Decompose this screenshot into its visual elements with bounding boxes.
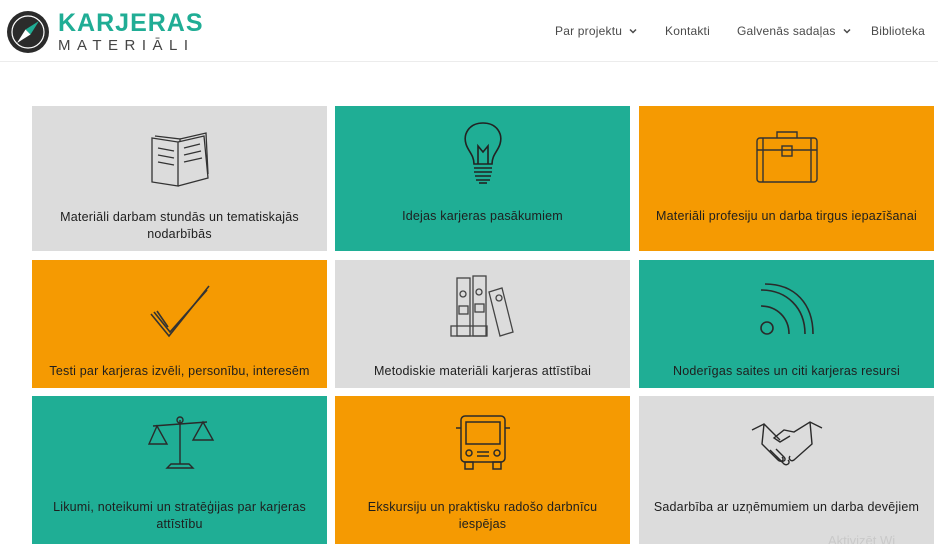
site-logo[interactable]: KARJERAS MATERIĀLI — [6, 8, 206, 56]
lightbulb-icon — [463, 122, 502, 184]
tile-label: Materiāli profesiju un darba tirgus iepa… — [656, 209, 917, 223]
nav-kontakti[interactable]: Kontakti — [665, 24, 710, 38]
binders-icon — [449, 275, 514, 337]
tile-label: Sadarbība ar uzņēmumiem un darba devējie… — [653, 500, 920, 514]
nav-label: Kontakti — [665, 24, 710, 38]
checkmark-icon — [149, 285, 210, 338]
tile-metodiskie[interactable]: Metodiskie materiāli karjeras attīstībai — [335, 260, 630, 388]
tile-sadarbiba[interactable]: Sadarbība ar uzņēmumiem un darba devējie… — [639, 396, 934, 544]
tile-saites[interactable]: Noderīgas saites un citi karjeras resurs… — [639, 260, 934, 388]
tile-label: Idejas karjeras pasākumiem — [402, 209, 563, 223]
bus-icon — [455, 415, 510, 470]
tile-profesijas[interactable]: Materiāli profesiju un darba tirgus iepa… — [639, 106, 934, 251]
chevron-down-icon — [843, 28, 851, 34]
tile-label: Ekskursiju un praktisku radošo darbnīcu … — [367, 500, 598, 531]
open-book-icon — [150, 132, 209, 187]
compass-logo-icon — [7, 11, 49, 53]
nav-label: Biblioteka — [871, 24, 926, 38]
os-activation-watermark: Aktivizēt Wi — [828, 533, 896, 544]
tile-testi[interactable]: Testi par karjeras izvēli, personību, in… — [32, 260, 327, 388]
tile-ekskursijas[interactable]: Ekskursiju un praktisku radošo darbnīcu … — [335, 396, 630, 544]
tile-label: Testi par karjeras izvēli, personību, in… — [49, 364, 310, 378]
rss-feed-icon — [759, 283, 814, 335]
tile-label: Likumi, noteikumi un stratēģijas par kar… — [53, 500, 306, 531]
briefcase-icon — [755, 131, 818, 183]
tile-label: Metodiskie materiāli karjeras attīstībai — [373, 364, 592, 378]
scales-icon — [147, 416, 214, 469]
tile-likumi[interactable]: Likumi, noteikumi un stratēģijas par kar… — [32, 396, 327, 544]
nav-label: Par projektu — [555, 24, 623, 38]
site-header: KARJERAS MATERIĀLI Par projektu Kontakti… — [0, 0, 938, 62]
tile-stundu-materiali[interactable]: Materiāli darbam stundās un tematiskajās… — [32, 106, 327, 251]
tile-idejas[interactable]: Idejas karjeras pasākumiem — [335, 106, 630, 251]
handshake-icon — [751, 421, 822, 466]
nav-par-projektu[interactable]: Par projektu — [555, 24, 637, 38]
logo-title: KARJERAS — [58, 9, 204, 37]
chevron-down-icon — [629, 28, 637, 34]
nav-biblioteka[interactable]: Biblioteka — [871, 24, 925, 38]
tile-label: Materiāli darbam stundās un tematiskajās… — [60, 210, 299, 241]
nav-label: Galvenās sadaļas — [737, 24, 836, 38]
tile-label: Noderīgas saites un citi karjeras resurs… — [672, 364, 901, 378]
nav-galvenas-sadalas[interactable]: Galvenās sadaļas — [737, 24, 851, 38]
logo-subtitle: MATERIĀLI — [58, 37, 195, 54]
